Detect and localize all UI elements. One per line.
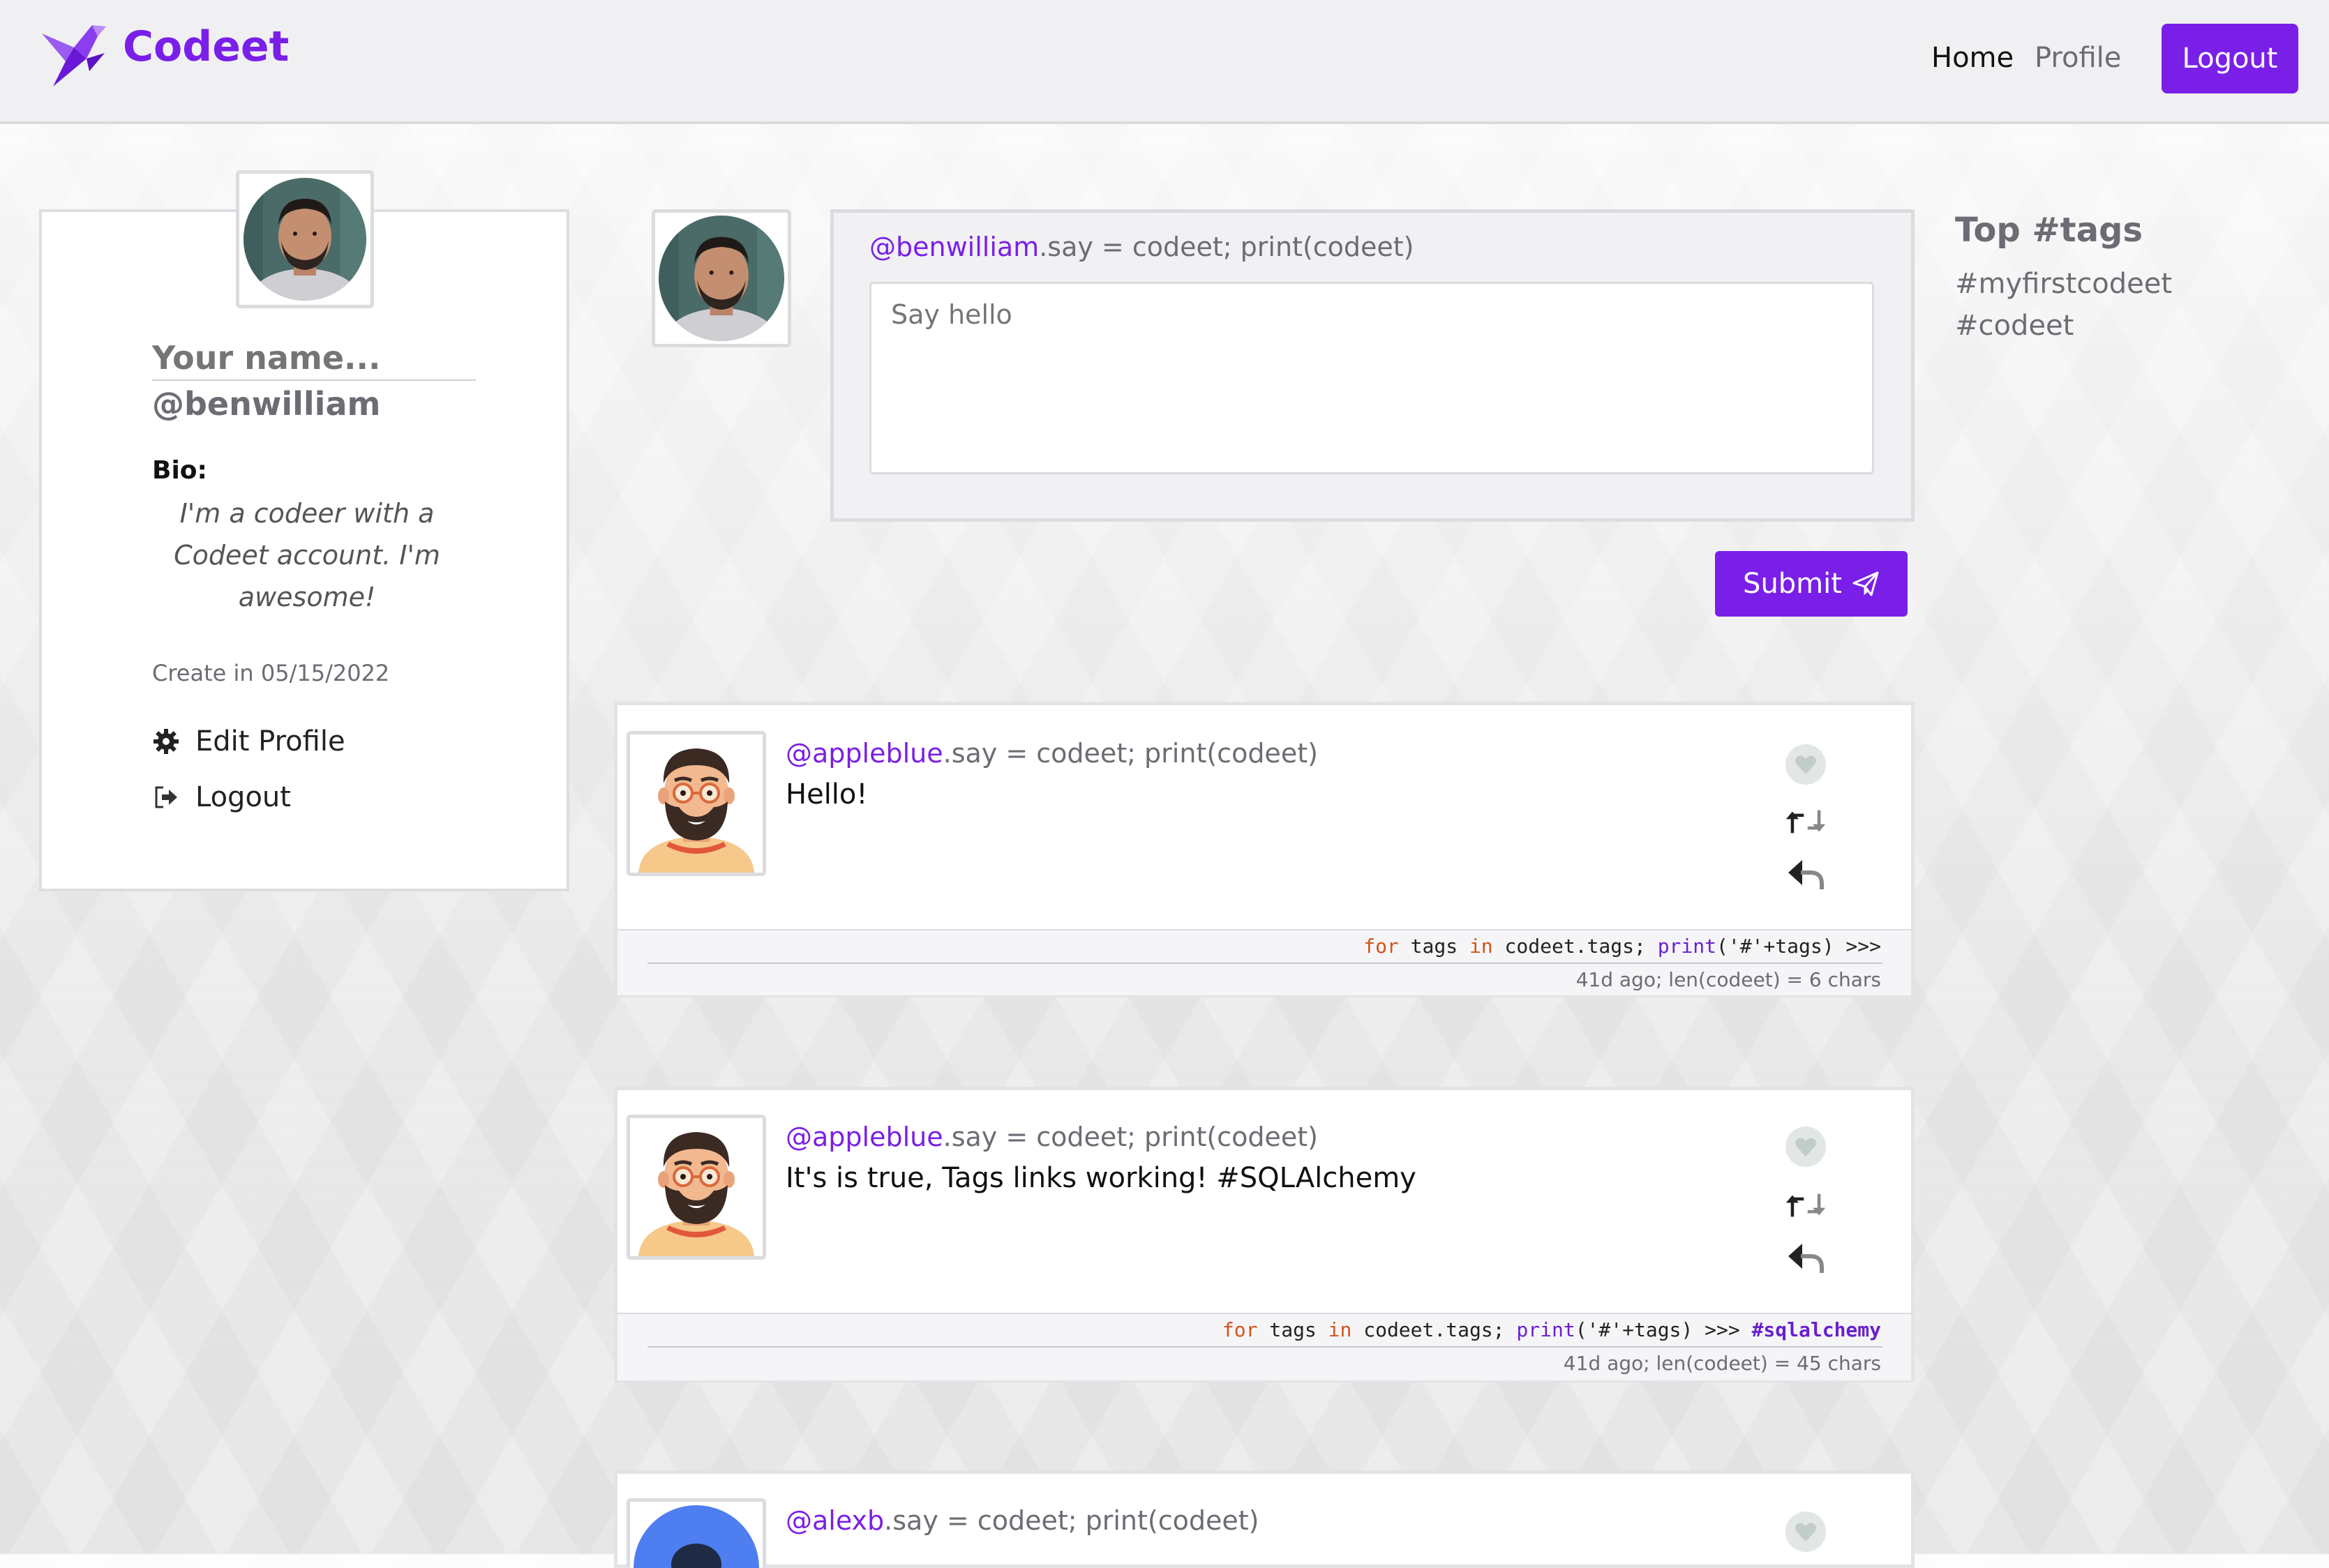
created-date: Create in 05/15/2022 — [152, 660, 390, 686]
profile-avatar — [236, 170, 374, 308]
code-rest: codeet.tags; — [1351, 1318, 1517, 1341]
post-text: Hello! — [786, 778, 868, 811]
heart-icon — [1785, 744, 1826, 785]
profile-handle: @benwilliam — [152, 385, 381, 423]
name-input[interactable] — [152, 339, 476, 381]
logout-label: Logout — [195, 781, 291, 813]
bearded-man-avatar-icon — [630, 1118, 763, 1256]
recodeet-button[interactable] — [1785, 1184, 1827, 1226]
code-print: print — [1657, 935, 1716, 958]
tag-link[interactable]: #codeet — [1955, 310, 2074, 342]
code-keyword-in: in — [1328, 1318, 1352, 1341]
tag-link[interactable]: #myfirstcodeet — [1955, 268, 2172, 300]
nav-home-link[interactable]: Home — [1931, 42, 2014, 74]
brand-name[interactable]: Codeet — [123, 22, 289, 71]
bearded-man-avatar-icon — [630, 734, 763, 873]
code-tag-link[interactable]: #sqlalchemy — [1752, 1318, 1881, 1341]
post-text: It's is true, Tags links working! #SQLAl… — [786, 1162, 1416, 1194]
reply-button[interactable] — [1785, 854, 1827, 896]
logout-link[interactable]: Logout — [152, 781, 291, 813]
post-meta: 41d ago; len(codeet) = 6 chars — [1575, 968, 1881, 991]
post-say-line: @appleblue.say = codeet; print(codeet) — [786, 1122, 1318, 1152]
code-keyword-in: in — [1469, 935, 1493, 958]
like-button[interactable] — [1785, 1126, 1827, 1168]
post-say-line: @appleblue.say = codeet; print(codeet) — [786, 738, 1318, 769]
code-args: ('#'+tags) >>> — [1575, 1318, 1752, 1341]
composer-say-line: @benwilliam.say = codeet; print(codeet) — [869, 232, 1414, 262]
bio-text: I'm a codeer with a Codeet account. I'm … — [174, 498, 440, 612]
bio-label: Bio: — [152, 456, 207, 485]
logout-icon — [155, 786, 177, 808]
code-rest: codeet.tags; — [1492, 935, 1658, 958]
code-args: ('#'+tags) >>> — [1716, 935, 1881, 958]
post-avatar[interactable] — [627, 1115, 766, 1260]
post-meta: 41d ago; len(codeet) = 45 chars — [1563, 1352, 1881, 1375]
logout-button[interactable]: Logout — [2162, 24, 2298, 93]
post-say-suffix: .say = codeet; print(codeet) — [943, 1122, 1318, 1152]
code-keyword-for: for — [1222, 1318, 1258, 1341]
post-code-line: for tags in codeet.tags; print('#'+tags)… — [1222, 1318, 1881, 1341]
retweet-icon — [1785, 1193, 1826, 1217]
recodeet-button[interactable] — [1785, 801, 1827, 843]
code-tags-var: tags — [1257, 1318, 1328, 1341]
post-say-line: @alexb.say = codeet; print(codeet) — [786, 1505, 1259, 1536]
footer-divider — [647, 1346, 1882, 1348]
user-avatar-icon — [630, 1502, 763, 1568]
nav-profile-link[interactable]: Profile — [2035, 42, 2121, 74]
composer-avatar — [652, 209, 791, 347]
post-code-line: for tags in codeet.tags; print('#'+tags)… — [1363, 935, 1881, 958]
post-say-suffix: .say = codeet; print(codeet) — [884, 1505, 1259, 1536]
code-tags-var: tags — [1398, 935, 1469, 958]
post-say-suffix: .say = codeet; print(codeet) — [943, 738, 1318, 769]
edit-profile-label: Edit Profile — [195, 725, 345, 757]
heart-icon — [1785, 1126, 1826, 1167]
post-handle[interactable]: @appleblue — [786, 738, 943, 769]
reply-icon — [1788, 1244, 1824, 1273]
code-print: print — [1516, 1318, 1575, 1341]
paper-plane-icon — [1852, 571, 1879, 596]
reply-button[interactable] — [1785, 1237, 1827, 1279]
composer-handle[interactable]: @benwilliam — [869, 232, 1039, 262]
post-handle[interactable]: @appleblue — [786, 1122, 943, 1152]
gear-icon — [153, 729, 179, 754]
like-button[interactable] — [1785, 744, 1827, 785]
code-keyword-for: for — [1363, 935, 1399, 958]
user-photo-icon — [244, 178, 366, 301]
composer-say-suffix: .say = codeet; print(codeet) — [1039, 232, 1414, 262]
heart-icon — [1785, 1512, 1826, 1552]
reply-icon — [1788, 860, 1824, 889]
top-tags-title: Top #tags — [1955, 211, 2143, 250]
codeet-textarea[interactable] — [869, 282, 1874, 474]
submit-button[interactable]: Submit — [1715, 551, 1908, 617]
origami-bird-icon[interactable] — [38, 20, 110, 89]
user-photo-icon — [659, 216, 784, 341]
footer-divider — [647, 963, 1882, 964]
like-button[interactable] — [1785, 1511, 1827, 1553]
post-handle[interactable]: @alexb — [786, 1505, 884, 1536]
retweet-icon — [1785, 810, 1826, 834]
post-avatar[interactable] — [627, 1498, 766, 1568]
post-avatar[interactable] — [627, 731, 766, 876]
edit-profile-link[interactable]: Edit Profile — [152, 725, 345, 757]
submit-label: Submit — [1743, 568, 1842, 600]
